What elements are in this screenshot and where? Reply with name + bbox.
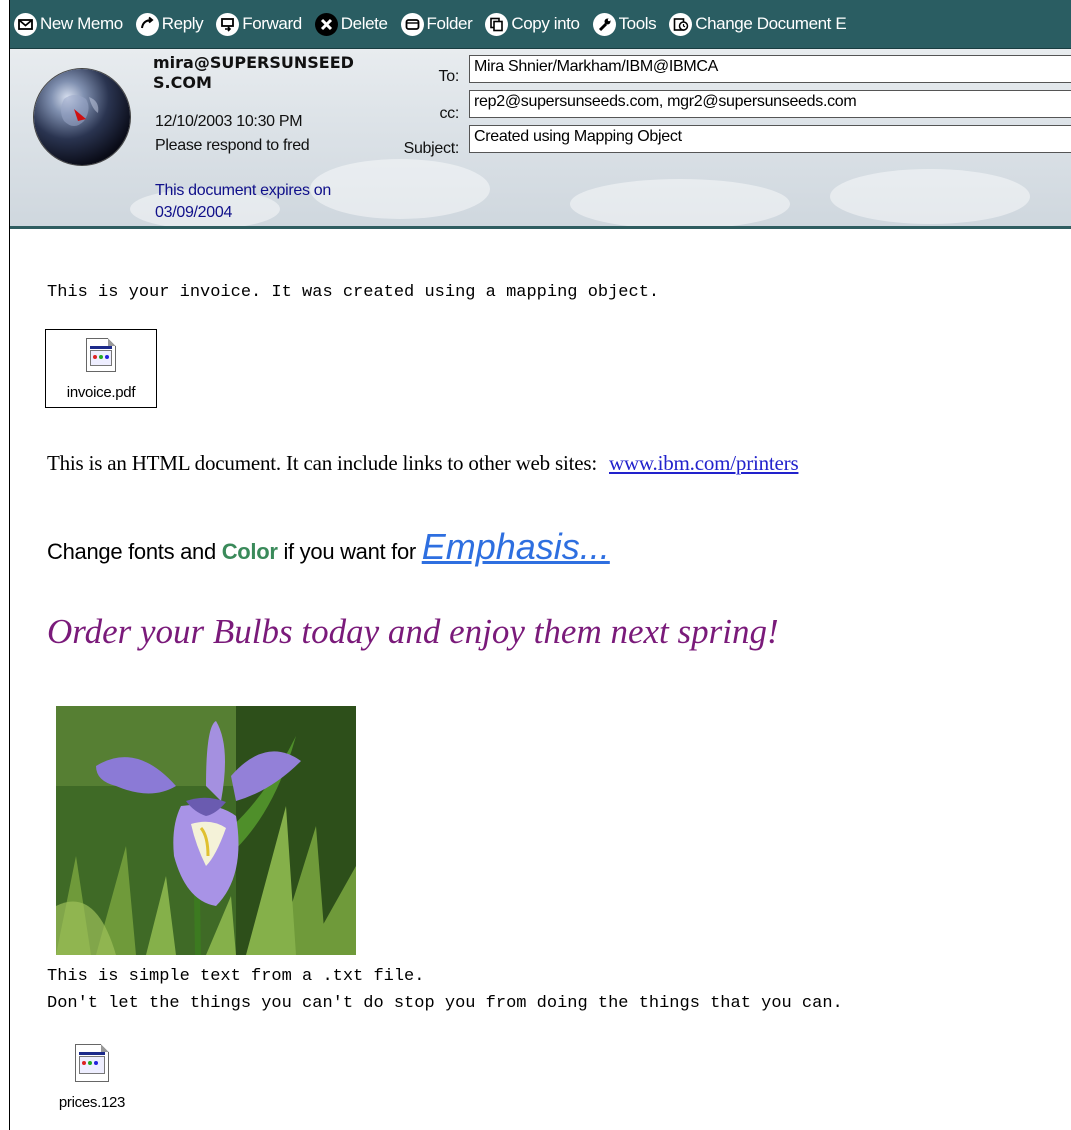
action-toolbar: New Memo Reply Forward Delete Folder Cop… (10, 0, 1071, 49)
reply-icon (135, 12, 159, 36)
html-text-content: This is an HTML document. It can include… (47, 451, 597, 475)
cc-label: cc: (439, 105, 459, 122)
folder-button[interactable]: Folder (397, 0, 482, 48)
delete-x-icon (314, 12, 338, 36)
cc-field[interactable]: rep2@supersunseeds.com, mgr2@supersunsee… (469, 90, 1071, 118)
background-cloud (570, 179, 790, 226)
file-attachment-icon (86, 338, 116, 372)
invoice-text: This is your invoice. It was created usi… (47, 283, 660, 302)
txt-line-2: Don't let the things you can't do stop y… (47, 994, 843, 1013)
forward-icon (216, 12, 240, 36)
wrench-icon (592, 12, 616, 36)
color-word: Color (221, 539, 278, 564)
envelope-icon (14, 12, 37, 36)
tools-label: Tools (618, 14, 657, 33)
file-attachment-icon (75, 1044, 109, 1082)
attachment-invoice-pdf[interactable]: invoice.pdf (45, 329, 157, 408)
change-fonts-middle: if you want for (277, 539, 422, 564)
copy-into-label: Copy into (511, 14, 580, 33)
forward-label: Forward (242, 14, 302, 33)
copy-into-button[interactable]: Copy into (481, 0, 588, 48)
expires-note: This document expires on 03/09/2004 (155, 180, 331, 224)
bulbs-promo-text: Order your Bulbs today and enjoy them ne… (47, 612, 779, 651)
to-field[interactable]: Mira Shnier/Markham/IBM@IBMCA (469, 55, 1071, 83)
ibm-printers-link[interactable]: www.ibm.com/printers (609, 451, 799, 475)
new-memo-label: New Memo (40, 14, 123, 33)
subject-field[interactable]: Created using Mapping Object (469, 125, 1071, 153)
reply-label: Reply (161, 14, 204, 33)
sent-date: 12/10/2003 10:30 PM (155, 113, 303, 130)
new-memo-button[interactable]: New Memo (10, 0, 132, 48)
subject-label: Subject: (403, 140, 460, 157)
iris-flower-image (56, 706, 356, 955)
change-fonts-line: Change fonts and Color if you want for E… (47, 526, 610, 568)
folder-label: Folder (426, 14, 473, 33)
background-cloud (310, 159, 490, 219)
attachment-prices-label: prices.123 (58, 1094, 126, 1111)
copy-icon (485, 12, 509, 36)
sender-address: mira@SUPERSUNSEEDS.COM (153, 53, 354, 92)
attachment-invoice-label: invoice.pdf (66, 384, 136, 401)
attachment-prices-123[interactable]: prices.123 (47, 1040, 137, 1120)
folder-icon (400, 12, 424, 36)
delete-label: Delete (340, 14, 388, 33)
change-fonts-prefix: Change fonts and (47, 539, 222, 564)
memo-header: mira@SUPERSUNSEEDS.COM 12/10/2003 10:30 … (10, 49, 1071, 229)
to-label: To: (438, 68, 460, 85)
tools-button[interactable]: Tools (589, 0, 666, 48)
memo-window: New Memo Reply Forward Delete Folder Cop… (0, 0, 1071, 1130)
change-document-label: Change Document E (695, 14, 847, 33)
expires-date: 03/09/2004 (155, 204, 233, 221)
txt-line-1: This is simple text from a .txt file. (47, 967, 425, 986)
reply-button[interactable]: Reply (132, 0, 212, 48)
background-cloud (830, 169, 1030, 224)
forward-button[interactable]: Forward (212, 0, 311, 48)
expires-line-1: This document expires on (155, 182, 332, 199)
globe-logo (34, 69, 130, 165)
respond-to: Please respond to fred (155, 137, 310, 154)
change-document-button[interactable]: Change Document E (665, 0, 855, 48)
html-text: This is an HTML document. It can include… (47, 451, 799, 476)
delete-button[interactable]: Delete (311, 0, 397, 48)
document-clock-icon (669, 12, 693, 36)
emphasis-link[interactable]: Emphasis... (422, 526, 610, 567)
